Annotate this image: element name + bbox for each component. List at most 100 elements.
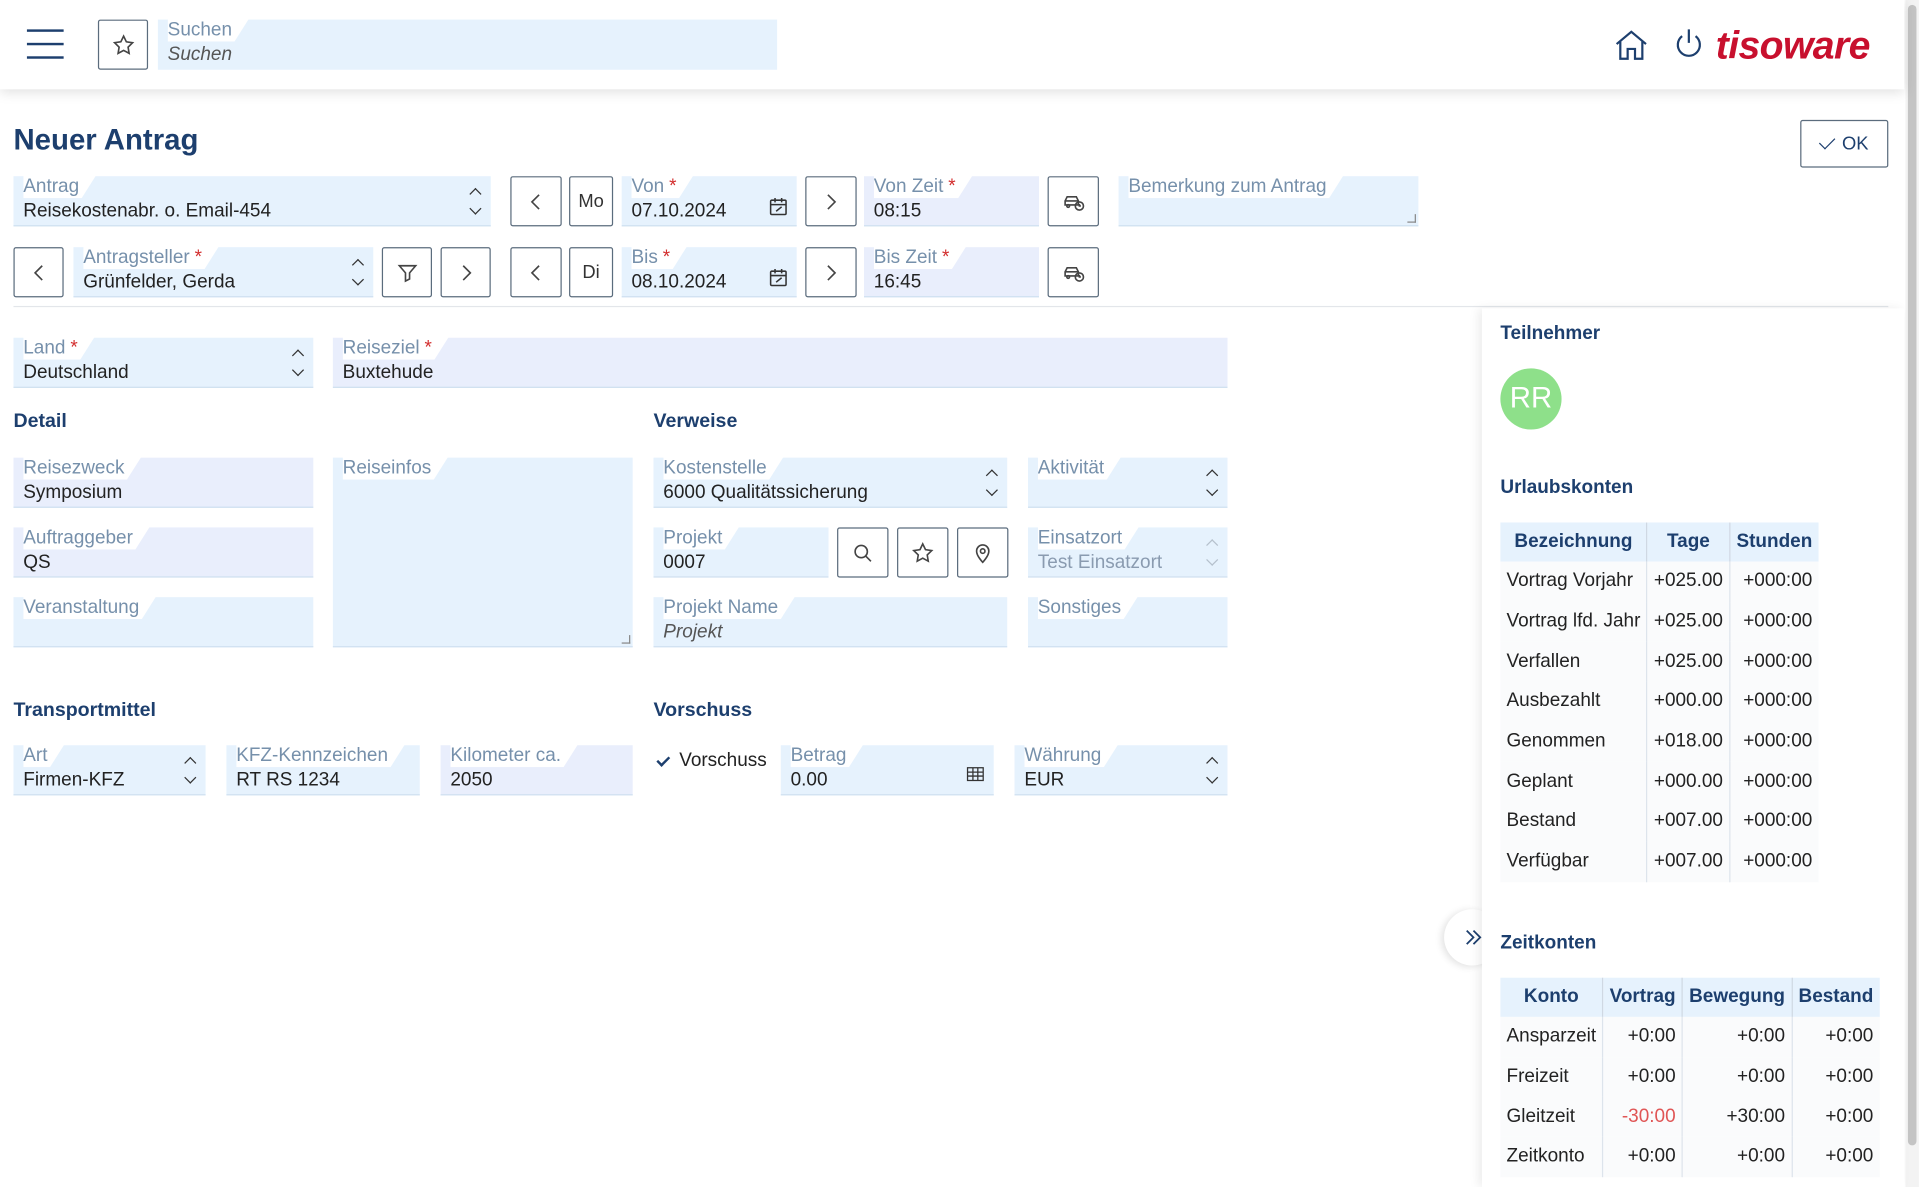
antragsteller-select[interactable]: Antragsteller * Grünfelder, Gerda — [73, 247, 374, 298]
projekt-location-button[interactable] — [957, 527, 1009, 578]
verweise-section-title: Verweise — [653, 411, 738, 432]
bis-prev-button[interactable] — [510, 247, 562, 298]
bis-next-button[interactable] — [805, 247, 857, 298]
reiseinfos-textarea[interactable]: Reiseinfos — [332, 458, 633, 648]
filter-button[interactable] — [381, 247, 433, 298]
bemerkung-field[interactable]: Bemerkung zum Antrag — [1118, 176, 1419, 227]
chevron-updown-icon[interactable] — [351, 255, 364, 289]
reiseziel-field[interactable]: Reiseziel * Buxtehude — [332, 338, 1228, 388]
kilometer-field[interactable]: Kilometer ca. 2050 — [440, 745, 633, 796]
table-cell: +0:00 — [1602, 1136, 1683, 1177]
table-cell: +018.00 — [1647, 721, 1731, 762]
von-date-field[interactable]: Von * 07.10.2024 — [621, 176, 797, 227]
table-cell: Freizeit — [1500, 1056, 1604, 1097]
resize-handle-icon[interactable] — [621, 635, 631, 644]
kostenstelle-select[interactable]: Kostenstelle 6000 Qualitätssicherung — [653, 458, 1008, 508]
table-cell: +007.00 — [1647, 801, 1731, 842]
table-cell: -30:00 — [1602, 1096, 1683, 1137]
chevron-updown-icon[interactable] — [1205, 465, 1218, 499]
table-row: Ausbezahlt +000.00 +000:00 — [1500, 681, 1819, 722]
land-select[interactable]: Land * Deutschland — [13, 338, 314, 388]
zeit-title: Zeitkonten — [1500, 932, 1597, 954]
von-day-button[interactable]: Mo — [569, 176, 614, 227]
auftraggeber-field[interactable]: Auftraggeber QS — [13, 527, 314, 578]
art-select[interactable]: Art Firmen-KFZ — [13, 745, 206, 796]
betrag-field[interactable]: Betrag 0.00 — [780, 745, 994, 796]
table-cell: +000:00 — [1743, 610, 1813, 632]
vorschuss-checkbox[interactable]: Vorschuss — [654, 749, 767, 773]
table-cell: +025.00 — [1647, 601, 1731, 642]
transport-section-title: Transportmittel — [13, 699, 156, 721]
projekt-favorite-button[interactable] — [897, 527, 949, 578]
table-cell: Ansparzeit — [1500, 1016, 1604, 1057]
bis-label: Bis * — [631, 246, 687, 269]
avatar-initials: RR — [1509, 381, 1553, 415]
bis-zeit-picker-button[interactable] — [1047, 247, 1099, 298]
zeit-table: Konto Vortrag Bewegung Bestand Ansparzeit +0… — [1500, 977, 1880, 1177]
table-cell: Vortrag lfd. Jahr — [1500, 601, 1648, 642]
location-pin-icon — [975, 543, 990, 563]
scrollbar-thumb[interactable] — [1907, 4, 1917, 1146]
chevron-left-icon — [530, 193, 540, 210]
table-cell: Genommen — [1500, 721, 1648, 762]
resize-handle-icon[interactable] — [1407, 214, 1416, 223]
chevron-updown-icon[interactable] — [291, 345, 304, 379]
sonstiges-label: Sonstiges — [1038, 596, 1138, 619]
avatar[interactable]: RR — [1500, 368, 1562, 430]
bis-zeit-field[interactable]: Bis Zeit * 16:45 — [864, 247, 1040, 298]
table-cell: Geplant — [1500, 761, 1648, 802]
von-prev-button[interactable] — [510, 176, 562, 227]
menu-icon[interactable] — [26, 27, 64, 59]
projekt-field[interactable]: Projekt 0007 — [653, 526, 829, 578]
betrag-value: 0.00 — [790, 769, 828, 791]
table-row: Verfügbar +007.00 +000:00 — [1500, 841, 1819, 882]
sonstiges-field[interactable]: Sonstiges — [1027, 596, 1228, 648]
search-field[interactable]: Suchen Suchen — [157, 20, 778, 70]
chevron-updown-icon[interactable] — [468, 184, 481, 218]
veranstaltung-field[interactable]: Veranstaltung — [13, 597, 314, 648]
bis-zeit-value: 16:45 — [873, 271, 922, 293]
aktivitaet-select[interactable]: Aktivität — [1027, 458, 1228, 508]
reisezweck-field[interactable]: Reisezweck Symposium — [13, 458, 314, 508]
von-zeit-picker-button[interactable] — [1047, 176, 1099, 227]
table-row: Ansparzeit +0:00 +0:00 +0:00 — [1500, 1016, 1880, 1057]
calculator-icon[interactable] — [964, 765, 986, 785]
favorites-button[interactable] — [97, 19, 149, 70]
von-next-button[interactable] — [805, 176, 857, 227]
bis-day-button[interactable]: Di — [569, 247, 614, 298]
kfz-field[interactable]: KFZ-Kennzeichen RT RS 1234 — [226, 745, 420, 796]
calendar-icon[interactable] — [767, 196, 789, 218]
chevron-right-icon — [462, 264, 471, 280]
projekt-name-field[interactable]: Projekt Name Projekt — [653, 596, 1008, 648]
projekt-name-input[interactable]: Projekt — [663, 620, 722, 644]
table-cell: +0:00 — [1682, 1136, 1793, 1177]
chevron-updown-icon[interactable] — [1205, 753, 1218, 787]
table-row: Bestand +007.00 +000:00 — [1500, 801, 1819, 842]
chevron-updown-icon — [1205, 535, 1218, 569]
von-zeit-field[interactable]: Von Zeit * 08:15 — [864, 176, 1040, 227]
table-cell: +0:00 — [1682, 1056, 1793, 1097]
chevron-updown-icon[interactable] — [183, 753, 196, 787]
ok-button[interactable]: OK — [1800, 119, 1889, 168]
home-icon[interactable] — [1613, 27, 1650, 64]
projekt-search-button[interactable] — [837, 527, 889, 578]
calendar-icon[interactable] — [767, 267, 789, 289]
vorschuss-section-title: Vorschuss — [653, 699, 753, 721]
app-root: Suchen Suchen tisoware Neuer Antrag OK A… — [0, 0, 1919, 1187]
antrag-select[interactable]: Antrag Reisekostenabr. o. Email-454 — [13, 175, 491, 227]
antragsteller-prev-button[interactable] — [13, 247, 64, 298]
column-header: Bewegung — [1682, 977, 1793, 1017]
power-icon[interactable] — [1672, 26, 1706, 63]
chevron-updown-icon[interactable] — [985, 465, 998, 499]
table-cell: +30:00 — [1682, 1096, 1793, 1137]
bis-date-field[interactable]: Bis * 08.10.2024 — [621, 246, 797, 298]
antrag-label: Antrag — [23, 175, 96, 198]
projekt-label: Projekt — [663, 526, 739, 549]
projekt-name-label: Projekt Name — [663, 596, 795, 619]
antragsteller-next-button[interactable] — [440, 247, 491, 298]
star-icon — [912, 541, 934, 563]
search-input[interactable]: Suchen — [168, 43, 232, 67]
table-cell: +000:00 — [1743, 770, 1813, 792]
page-scrollbar[interactable] — [1905, 0, 1919, 1187]
waehrung-select[interactable]: Währung EUR — [1014, 745, 1228, 796]
